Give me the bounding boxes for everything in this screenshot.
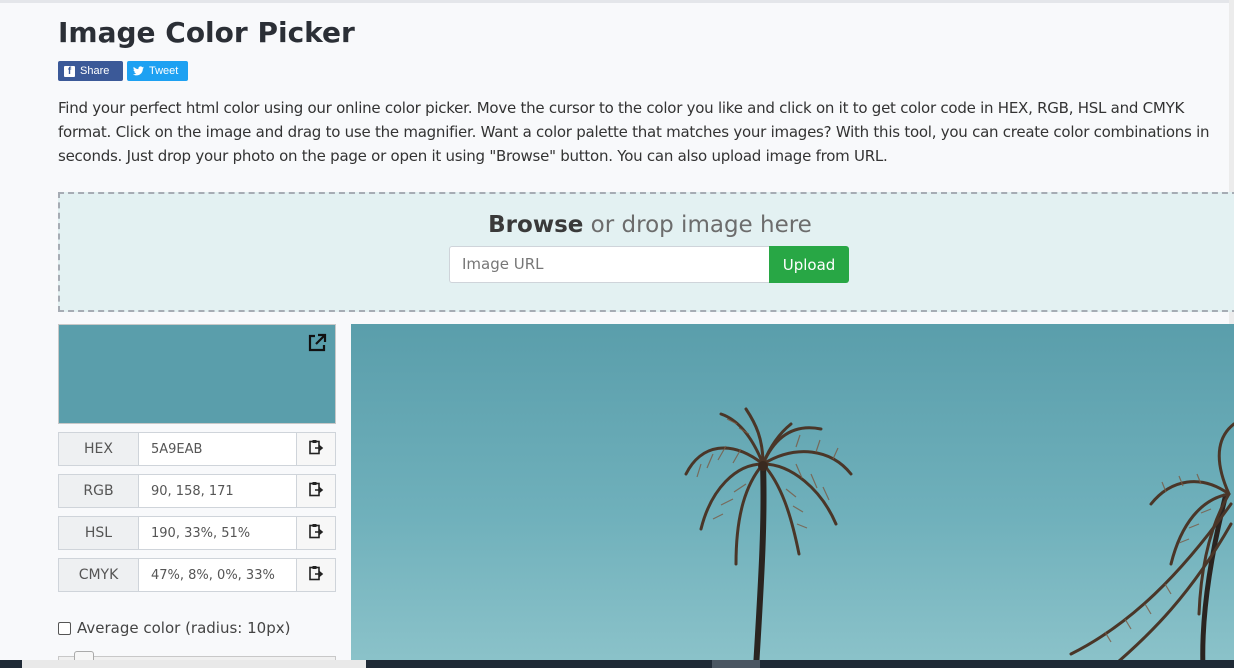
color-swatch xyxy=(58,324,336,424)
copy-cmyk-button[interactable] xyxy=(296,559,335,591)
twitter-icon xyxy=(133,66,144,77)
taskbar-item[interactable] xyxy=(22,660,366,668)
external-link-icon[interactable] xyxy=(307,333,327,353)
taskbar xyxy=(0,660,1234,668)
drop-title: Browse or drop image here xyxy=(60,212,1234,238)
image-url-input[interactable]: Image URL xyxy=(449,246,770,283)
cmyk-value[interactable]: 47%, 8%, 0%, 33% xyxy=(139,559,296,591)
clipboard-icon xyxy=(308,523,324,544)
facebook-share-button[interactable]: f Share xyxy=(58,61,123,81)
image-dropzone[interactable]: Browse or drop image here Image URL Uplo… xyxy=(58,192,1234,312)
upload-button[interactable]: Upload xyxy=(769,246,849,283)
drop-text: or drop image here xyxy=(583,212,812,238)
clipboard-icon xyxy=(308,565,324,586)
hsl-row: HSL 190, 33%, 51% xyxy=(58,516,336,550)
page-description: Find your perfect html color using our o… xyxy=(58,99,1210,165)
top-border xyxy=(0,0,1234,3)
picker-image[interactable] xyxy=(351,324,1234,668)
taskbar-item[interactable] xyxy=(712,660,760,668)
twitter-tweet-button[interactable]: Tweet xyxy=(127,61,188,81)
cmyk-row: CMYK 47%, 8%, 0%, 33% xyxy=(58,558,336,592)
average-color-label: Average color (radius: 10px) xyxy=(77,619,291,637)
hex-value[interactable]: 5A9EAB xyxy=(139,433,296,465)
copy-hsl-button[interactable] xyxy=(296,517,335,549)
social-buttons: f Share Tweet xyxy=(58,61,188,81)
clipboard-icon xyxy=(308,439,324,460)
rgb-value[interactable]: 90, 158, 171 xyxy=(139,475,296,507)
browse-link[interactable]: Browse xyxy=(488,212,583,238)
rgb-label: RGB xyxy=(59,475,139,507)
share-label: Share xyxy=(80,65,110,77)
copy-rgb-button[interactable] xyxy=(296,475,335,507)
facebook-icon: f xyxy=(64,65,75,77)
hex-label: HEX xyxy=(59,433,139,465)
copy-hex-button[interactable] xyxy=(296,433,335,465)
average-color-checkbox[interactable] xyxy=(58,621,71,635)
rgb-row: RGB 90, 158, 171 xyxy=(58,474,336,508)
tweet-label: Tweet xyxy=(149,65,179,77)
average-color-option[interactable]: Average color (radius: 10px) xyxy=(58,619,290,637)
page-title: Image Color Picker xyxy=(58,16,355,49)
hex-row: HEX 5A9EAB xyxy=(58,432,336,466)
hsl-value[interactable]: 190, 33%, 51% xyxy=(139,517,296,549)
cmyk-label: CMYK xyxy=(59,559,139,591)
hsl-label: HSL xyxy=(59,517,139,549)
clipboard-icon xyxy=(308,481,324,502)
